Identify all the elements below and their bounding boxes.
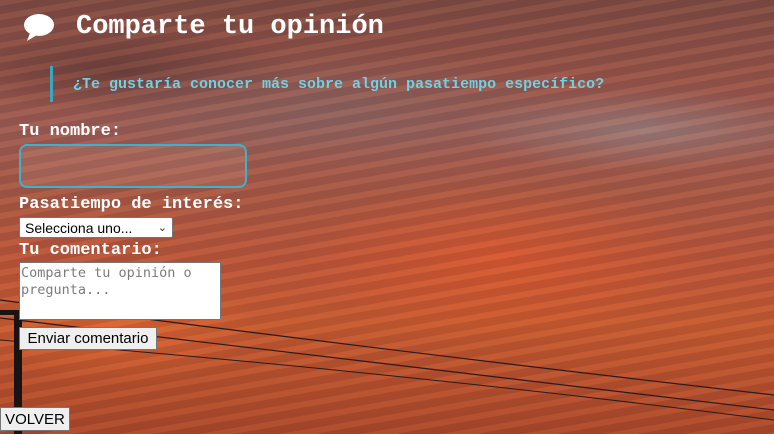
name-label: Tu nombre:: [19, 122, 122, 141]
comment-label: Tu comentario:: [19, 241, 162, 260]
submit-comment-button[interactable]: Enviar comentario: [19, 327, 157, 350]
question-callout: ¿Te gustaría conocer más sobre algún pas…: [50, 66, 604, 102]
comment-textarea[interactable]: [19, 262, 221, 320]
hobby-select-value: Selecciona uno...: [25, 219, 133, 236]
chevron-down-icon: ⌄: [157, 222, 167, 234]
hobby-select[interactable]: Selecciona uno... ⌄: [19, 217, 173, 238]
speech-bubble-icon: [24, 14, 54, 41]
hobby-label: Pasatiempo de interés:: [19, 195, 244, 214]
name-input[interactable]: [19, 144, 247, 188]
page-title-text: Comparte tu opinión: [76, 12, 384, 42]
page-title: Comparte tu opinión: [22, 12, 384, 42]
back-button[interactable]: VOLVER: [0, 407, 70, 431]
question-text: ¿Te gustaría conocer más sobre algún pas…: [73, 75, 605, 93]
